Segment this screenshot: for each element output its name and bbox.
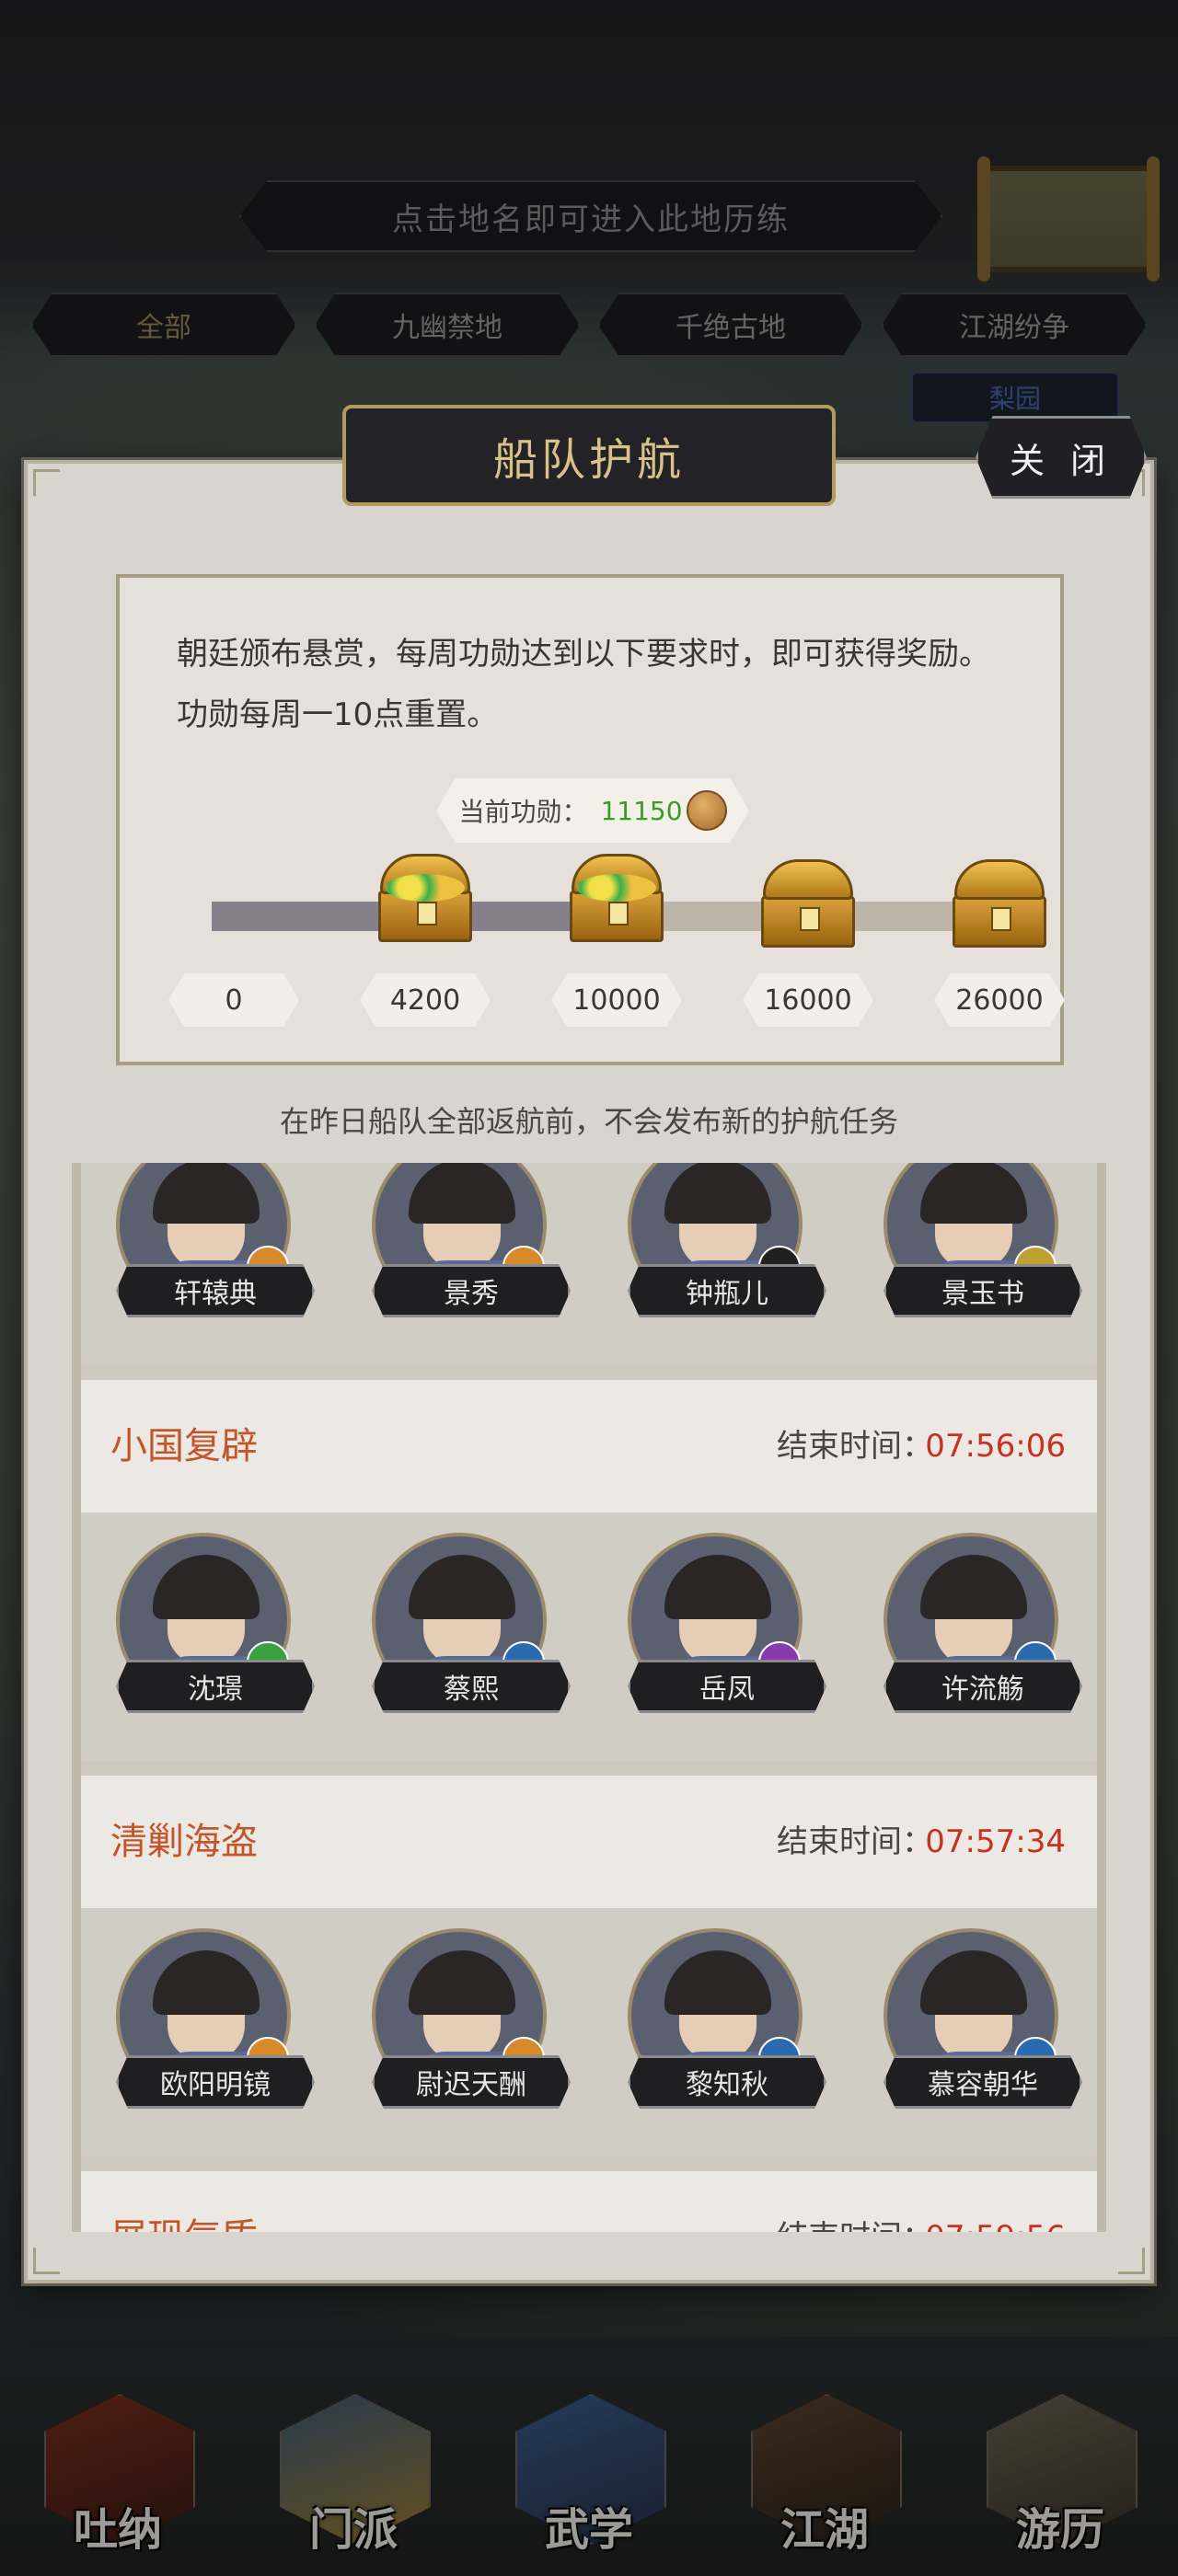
task-end-time: 07:59:56 [925,2171,1066,2232]
threshold-marker: 0 [168,973,299,1027]
threshold-marker: 4200 [360,973,491,1027]
close-button[interactable]: 关 闭 [976,416,1147,499]
close-button-label: 关 闭 [1009,440,1114,481]
hero-avatar[interactable]: 慕容朝华 [856,1928,1082,2109]
task-title: 展现气质 [110,2171,258,2232]
hero-name: 黎知秋 [628,2055,826,2109]
hero-name: 岳凤 [628,1660,826,1713]
hero-avatar[interactable]: 尉迟天酬 [344,1928,571,2109]
hero-avatar[interactable]: 景秀 [344,1163,571,1317]
task-header: 展现气质 结束时间：07:59:56 [81,2171,1097,2232]
fleet-escort-modal: 朝廷颁布悬赏，每周功勋达到以下要求时，即可获得奖励。功勋每周一10点重置。 当前… [24,460,1154,2283]
treasure-chest-icon[interactable] [566,854,667,946]
hero-name: 景玉书 [884,1264,1082,1317]
hero-name: 许流觞 [884,1660,1082,1713]
escort-task-list[interactable]: 轩辕典 景秀 钟瓶儿 景玉书 小国复辟 结束时间： 07:56:06 沈璟 蔡熙 岳凤 许流觞 清剿海… [72,1163,1106,2232]
corner-ornament [1118,2248,1145,2274]
task-end-label: 结束时间： [777,2171,933,2232]
merit-value: 11150 [600,795,683,826]
task-end-label: 结束时间： [777,1823,933,1860]
hero-name: 尉迟天酬 [372,2055,571,2109]
task-title: 小国复辟 [110,1425,258,1467]
task-end-time: 07:57:34 [925,1823,1066,1860]
merit-coin-icon [686,790,727,831]
hero-name: 景秀 [372,1264,571,1317]
task-header: 小国复辟 结束时间： 07:56:06 [81,1380,1097,1512]
hero-avatar[interactable]: 岳凤 [600,1533,826,1713]
task-header: 清剿海盗 结束时间： 07:57:34 [81,1776,1097,1908]
task-title: 清剿海盗 [110,1821,258,1863]
task-end-time: 07:56:06 [925,1428,1066,1465]
treasure-chest-icon[interactable] [375,854,476,946]
hero-avatar[interactable]: 景玉书 [856,1163,1082,1317]
merit-label: 当前功勋： [458,797,588,827]
hero-avatar[interactable]: 沈璟 [88,1533,315,1713]
hero-name: 钟瓶儿 [628,1264,826,1317]
hero-avatar[interactable]: 黎知秋 [600,1928,826,2109]
escort-notice: 在昨日船队全部返航前，不会发布新的护航任务 [279,1104,898,1139]
hero-name: 轩辕典 [116,1264,315,1317]
hero-avatar[interactable]: 钟瓶儿 [600,1163,826,1317]
hero-name: 蔡熙 [372,1660,571,1713]
corner-ornament [33,2248,60,2274]
corner-ornament [33,469,60,496]
hero-avatar[interactable]: 蔡熙 [344,1533,571,1713]
reward-description: 朝廷颁布悬赏，每周功勋达到以下要求时，即可获得奖励。功勋每周一10点重置。 [177,636,990,733]
threshold-marker: 10000 [551,973,682,1027]
hero-name: 慕容朝华 [884,2055,1082,2109]
reward-info-box: 朝廷颁布悬赏，每周功勋达到以下要求时，即可获得奖励。功勋每周一10点重置。 当前… [116,574,1065,1065]
hero-name: 沈璟 [116,1660,315,1713]
current-merit: 当前功勋： 11150 [436,778,749,843]
threshold-marker: 16000 [743,973,873,1027]
hero-avatar[interactable]: 轩辕典 [88,1163,315,1317]
task-end-label: 结束时间： [777,1428,933,1465]
hero-avatar[interactable]: 欧阳明镜 [88,1928,315,2109]
hero-name: 欧阳明镜 [116,2055,315,2109]
modal-title: 船队护航 [492,434,685,486]
modal-title-plate: 船队护航 [342,405,836,506]
threshold-marker: 26000 [934,973,1065,1027]
treasure-chest-icon[interactable] [949,859,1050,951]
hero-avatar[interactable]: 许流觞 [856,1533,1082,1713]
treasure-chest-icon[interactable] [757,859,859,951]
